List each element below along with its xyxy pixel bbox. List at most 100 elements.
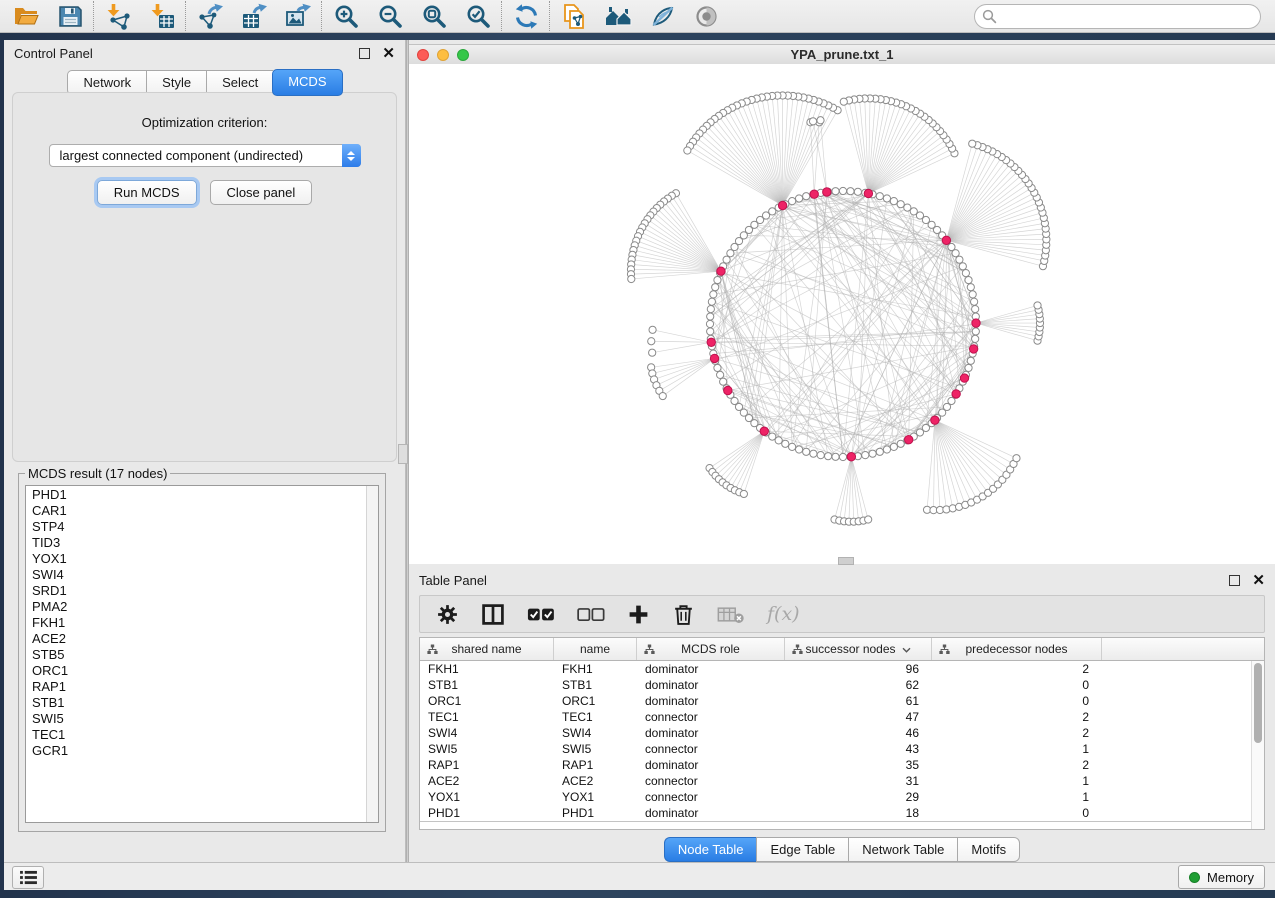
- cell-predecessor-nodes[interactable]: 2: [932, 726, 1102, 740]
- memory-button[interactable]: Memory: [1178, 865, 1265, 889]
- table-row[interactable]: STB1 STB1 dominator 62 0: [420, 677, 1264, 693]
- cell-shared-name[interactable]: STB1: [420, 678, 554, 692]
- mcds-result-item[interactable]: STP4: [32, 519, 378, 535]
- show-columns-button[interactable]: [481, 601, 505, 627]
- mcds-result-item[interactable]: STB1: [32, 695, 378, 711]
- mcds-result-item[interactable]: TEC1: [32, 727, 378, 743]
- delete-table-button[interactable]: [717, 601, 745, 627]
- function-builder-button[interactable]: f(x): [767, 601, 800, 627]
- table-row[interactable]: SWI4 SWI4 dominator 46 2: [420, 725, 1264, 741]
- cell-predecessor-nodes[interactable]: 2: [932, 662, 1102, 676]
- new-network-from-selection-button[interactable]: [558, 0, 590, 32]
- network-graph[interactable]: [409, 64, 1275, 564]
- cell-name[interactable]: YOX1: [554, 790, 637, 804]
- column-header-mcds-role[interactable]: MCDS role: [637, 638, 785, 660]
- mcds-list-scrollbar[interactable]: [366, 486, 378, 822]
- cell-successor-nodes[interactable]: 96: [785, 662, 932, 676]
- mcds-result-item[interactable]: PMA2: [32, 599, 378, 615]
- table-options-button[interactable]: [436, 601, 459, 627]
- create-column-button[interactable]: [627, 601, 650, 627]
- export-table-button[interactable]: [238, 0, 270, 32]
- table-row[interactable]: RAP1 RAP1 dominator 35 2: [420, 757, 1264, 773]
- status-menu-button[interactable]: [12, 866, 44, 889]
- cell-predecessor-nodes[interactable]: 0: [932, 806, 1102, 820]
- table-panel-tab[interactable]: Motifs: [957, 837, 1020, 862]
- cell-mcds-role[interactable]: dominator: [637, 678, 785, 692]
- export-network-button[interactable]: [194, 0, 226, 32]
- float-table-panel-icon[interactable]: [1229, 575, 1240, 586]
- cell-predecessor-nodes[interactable]: 2: [932, 710, 1102, 724]
- cell-mcds-role[interactable]: connector: [637, 774, 785, 788]
- save-session-button[interactable]: [54, 0, 86, 32]
- cell-mcds-role[interactable]: dominator: [637, 694, 785, 708]
- mcds-result-item[interactable]: SWI4: [32, 567, 378, 583]
- cell-predecessor-nodes[interactable]: 0: [932, 678, 1102, 692]
- table-scrollbar[interactable]: [1251, 661, 1264, 829]
- column-header-predecessor-nodes[interactable]: predecessor nodes: [932, 638, 1102, 660]
- mcds-result-list[interactable]: PHD1CAR1STP4TID3YOX1SWI4SRD1PMA2FKH1ACE2…: [25, 485, 379, 823]
- cell-shared-name[interactable]: SWI4: [420, 726, 554, 740]
- cell-successor-nodes[interactable]: 43: [785, 742, 932, 756]
- mcds-result-item[interactable]: PHD1: [32, 487, 378, 503]
- cell-mcds-role[interactable]: dominator: [637, 806, 785, 820]
- mcds-result-item[interactable]: YOX1: [32, 551, 378, 567]
- cell-name[interactable]: ACE2: [554, 774, 637, 788]
- table-panel-tab[interactable]: Edge Table: [756, 837, 848, 862]
- column-header-shared-name[interactable]: shared name: [420, 638, 554, 660]
- table-row[interactable]: ORC1 ORC1 dominator 61 0: [420, 693, 1264, 709]
- mcds-result-item[interactable]: TID3: [32, 535, 378, 551]
- table-panel-tab[interactable]: Node Table: [664, 837, 757, 862]
- mcds-result-item[interactable]: ACE2: [32, 631, 378, 647]
- cell-name[interactable]: FKH1: [554, 662, 637, 676]
- table-row[interactable]: PHD1 PHD1 dominator 18 0: [420, 805, 1264, 821]
- cell-successor-nodes[interactable]: 18: [785, 806, 932, 820]
- cell-successor-nodes[interactable]: 29: [785, 790, 932, 804]
- cell-name[interactable]: PHD1: [554, 806, 637, 820]
- first-neighbors-button[interactable]: [602, 0, 634, 32]
- cell-predecessor-nodes[interactable]: 1: [932, 790, 1102, 804]
- cell-name[interactable]: RAP1: [554, 758, 637, 772]
- show-graphics-details-button[interactable]: [690, 0, 722, 32]
- cell-predecessor-nodes[interactable]: 1: [932, 742, 1102, 756]
- cell-mcds-role[interactable]: dominator: [637, 662, 785, 676]
- zoom-in-button[interactable]: [330, 0, 362, 32]
- column-header-name[interactable]: name: [554, 638, 637, 660]
- cell-mcds-role[interactable]: connector: [637, 742, 785, 756]
- cell-mcds-role[interactable]: dominator: [637, 758, 785, 772]
- table-row[interactable]: FKH1 FKH1 dominator 96 2: [420, 661, 1264, 677]
- delete-columns-button[interactable]: [672, 601, 695, 627]
- cell-shared-name[interactable]: YOX1: [420, 790, 554, 804]
- close-table-panel-icon[interactable]: ✕: [1252, 576, 1265, 585]
- cell-shared-name[interactable]: PHD1: [420, 806, 554, 820]
- table-panel-tab[interactable]: Network Table: [848, 837, 957, 862]
- table-row[interactable]: ACE2 ACE2 connector 31 1: [420, 773, 1264, 789]
- cell-predecessor-nodes[interactable]: 1: [932, 774, 1102, 788]
- mcds-result-item[interactable]: SWI5: [32, 711, 378, 727]
- zoom-fit-button[interactable]: [418, 0, 450, 32]
- hide-graphics-details-button[interactable]: [646, 0, 678, 32]
- zoom-selected-button[interactable]: [462, 0, 494, 32]
- table-scrollbar-thumb[interactable]: [1254, 663, 1262, 743]
- cell-mcds-role[interactable]: connector: [637, 710, 785, 724]
- run-mcds-button[interactable]: Run MCDS: [97, 180, 197, 205]
- control-panel-tab[interactable]: MCDS: [272, 69, 342, 96]
- close-panel-icon[interactable]: ✕: [382, 49, 395, 58]
- table-row[interactable]: TEC1 TEC1 connector 47 2: [420, 709, 1264, 725]
- cell-successor-nodes[interactable]: 46: [785, 726, 932, 740]
- import-network-button[interactable]: [102, 0, 134, 32]
- open-session-button[interactable]: [10, 0, 42, 32]
- mcds-result-item[interactable]: SRD1: [32, 583, 378, 599]
- mcds-result-item[interactable]: STB5: [32, 647, 378, 663]
- horizontal-splitter-handle[interactable]: [838, 557, 854, 565]
- cell-shared-name[interactable]: TEC1: [420, 710, 554, 724]
- close-panel-button[interactable]: Close panel: [210, 180, 313, 205]
- cell-successor-nodes[interactable]: 47: [785, 710, 932, 724]
- cell-name[interactable]: TEC1: [554, 710, 637, 724]
- select-all-columns-button[interactable]: [527, 601, 555, 627]
- mcds-result-item[interactable]: GCR1: [32, 743, 378, 759]
- cell-name[interactable]: SWI5: [554, 742, 637, 756]
- cell-shared-name[interactable]: FKH1: [420, 662, 554, 676]
- apply-preferred-layout-button[interactable]: [510, 0, 542, 32]
- search-input[interactable]: [974, 4, 1261, 29]
- cell-successor-nodes[interactable]: 35: [785, 758, 932, 772]
